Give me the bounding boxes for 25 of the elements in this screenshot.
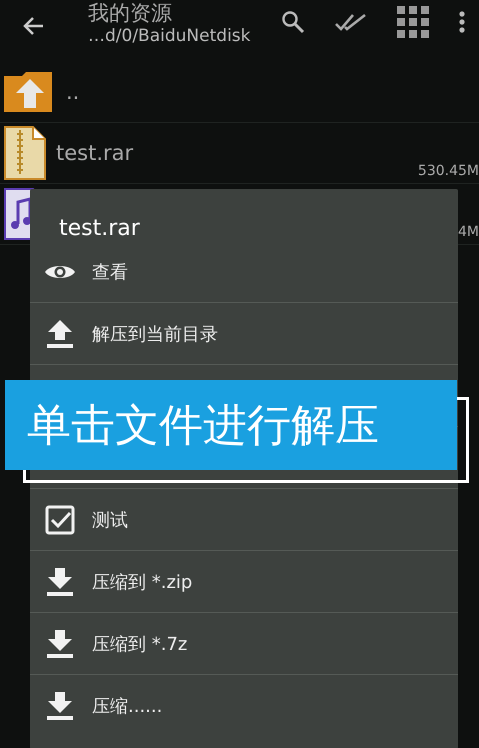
back-icon[interactable]	[22, 16, 44, 36]
download-icon	[46, 566, 74, 596]
download-icon	[46, 628, 74, 658]
more-icon[interactable]	[459, 11, 465, 33]
file-size: 4M	[458, 224, 479, 240]
hint-tooltip: 单击文件进行解压	[5, 380, 457, 470]
download-icon	[46, 690, 74, 720]
file-name: ..	[66, 80, 80, 104]
file-size: 530.45M	[418, 163, 479, 179]
dialog-title: test.rar	[58, 217, 141, 241]
folder-title: 我的资源	[88, 1, 173, 25]
menu-item[interactable]: 查看	[30, 241, 458, 302]
archive-file-icon	[4, 126, 46, 180]
upload-icon	[46, 318, 74, 348]
search-icon[interactable]	[281, 10, 305, 34]
file-name: test.rar	[56, 141, 134, 165]
folder-path: …d/0/BaiduNetdisk	[88, 25, 252, 47]
grid-icon[interactable]	[397, 6, 429, 38]
checkbox-icon	[45, 504, 75, 534]
menu-item[interactable]: 测试	[30, 488, 458, 550]
menu-item[interactable]: 解压到当前目录	[30, 302, 458, 364]
menu-item[interactable]: 压缩到 *.7z	[30, 612, 458, 674]
double-check-icon[interactable]	[335, 12, 367, 32]
menu-item[interactable]: 压缩到 *.zip	[30, 550, 458, 612]
menu-item[interactable]: 压缩......	[30, 674, 458, 736]
